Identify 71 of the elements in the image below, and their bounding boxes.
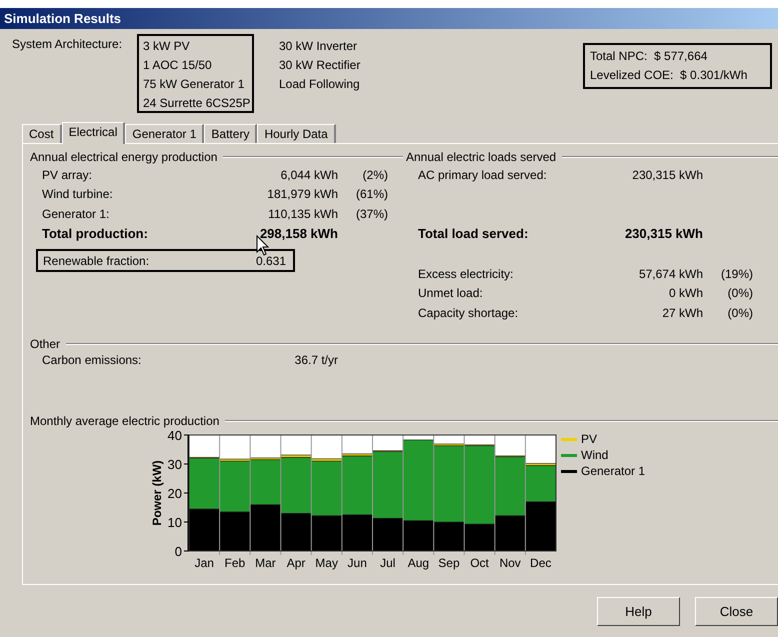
row-value: 298,158 kWh [258, 226, 338, 241]
row-label: PV array: [42, 168, 94, 182]
month-label: Jan [194, 556, 214, 570]
y-tick-label: 40 [168, 429, 182, 443]
group-title: Annual electrical energy production [30, 150, 218, 164]
tab[interactable]: Cost [22, 124, 62, 143]
row-label: Wind turbine: [42, 187, 114, 202]
row-value: 6,044 kWh [280, 168, 338, 182]
legend-item: Wind [561, 447, 646, 463]
row-label: Carbon emissions: [42, 352, 142, 367]
month-label: May [315, 556, 338, 570]
row-value: 181,979 kWh [266, 187, 338, 202]
month-label: Jun [348, 556, 367, 570]
month-label: Apr [286, 556, 306, 570]
legend-item: Generator 1 [561, 463, 646, 479]
y-tick-label: 30 [168, 457, 182, 472]
row-share: (37%) [354, 206, 388, 221]
row-share: (0%) [726, 286, 753, 300]
month-label: Nov [499, 556, 521, 570]
group-title: Monthly average electric production [30, 414, 220, 428]
row-value: 57,674 kWh [638, 266, 703, 281]
component-text: 30 kW Inverter [279, 38, 358, 55]
row-label: Excess electricity: [418, 266, 514, 281]
row-value: 230,315 kWh [631, 168, 703, 182]
group-title: Annual electric loads served [406, 150, 556, 164]
group-title: Other [30, 336, 60, 350]
month-label: Aug [408, 556, 430, 570]
month-label: Mar [255, 556, 276, 570]
y-tick-label: 10 [168, 515, 182, 530]
dialog-button[interactable]: Help [597, 597, 680, 626]
legend-item: PV [561, 431, 646, 447]
component-text: 75 kW Generator 1 [143, 76, 246, 93]
window-title: Simulation Results [0, 8, 778, 29]
row-value: 27 kWh [661, 306, 703, 320]
month-label: Jul [380, 556, 396, 570]
row-share: (19%) [720, 266, 753, 281]
component-text: 1 AOC 15/50 [143, 57, 213, 74]
month-label: Dec [530, 556, 552, 570]
tab[interactable]: Generator 1 [125, 124, 204, 143]
row-label: Total load served: [418, 226, 530, 241]
row-label: Unmet load: [418, 286, 484, 300]
tab[interactable]: Electrical [62, 122, 126, 144]
component-text: 30 kW Rectifier [279, 57, 360, 74]
row-share: (0%) [726, 306, 753, 320]
row-share: (61%) [354, 187, 388, 202]
month-label: Oct [470, 556, 489, 570]
row-label: Generator 1: [42, 206, 110, 221]
row-value: 110,135 kWh [267, 206, 338, 221]
y-tick-label: 0 [174, 544, 182, 559]
architecture-label: System Architecture: [12, 37, 124, 53]
row-share: (2%) [362, 168, 388, 182]
row-value: 36.7 t/yr [294, 352, 338, 367]
row-label: Renewable fraction: [43, 254, 150, 268]
y-axis-title: Power (kW) [150, 460, 164, 526]
row-value: 230,315 kWh [624, 226, 703, 241]
row-label: Total production: [42, 226, 149, 241]
row-label: Capacity shortage: [418, 306, 520, 320]
tab[interactable]: Battery [204, 124, 258, 143]
tab[interactable]: Hourly Data [257, 124, 336, 143]
summary-text: Levelized COE: $ 0.301/kWh [590, 67, 748, 84]
summary-text: Total NPC: $ 577,664 [590, 48, 708, 65]
row-label: AC primary load served: [418, 168, 548, 182]
component-text: 24 Surrette 6CS25P [143, 95, 248, 112]
component-text: Load Following [279, 76, 360, 93]
y-tick-label: 20 [168, 486, 182, 501]
row-value: 0 kWh [668, 286, 703, 300]
component-text: 3 kW PV [143, 38, 191, 55]
month-label: Feb [224, 556, 246, 570]
row-value: 0.631 [256, 254, 286, 268]
dialog-button[interactable]: Close [695, 597, 778, 626]
month-label: Sep [438, 556, 460, 570]
